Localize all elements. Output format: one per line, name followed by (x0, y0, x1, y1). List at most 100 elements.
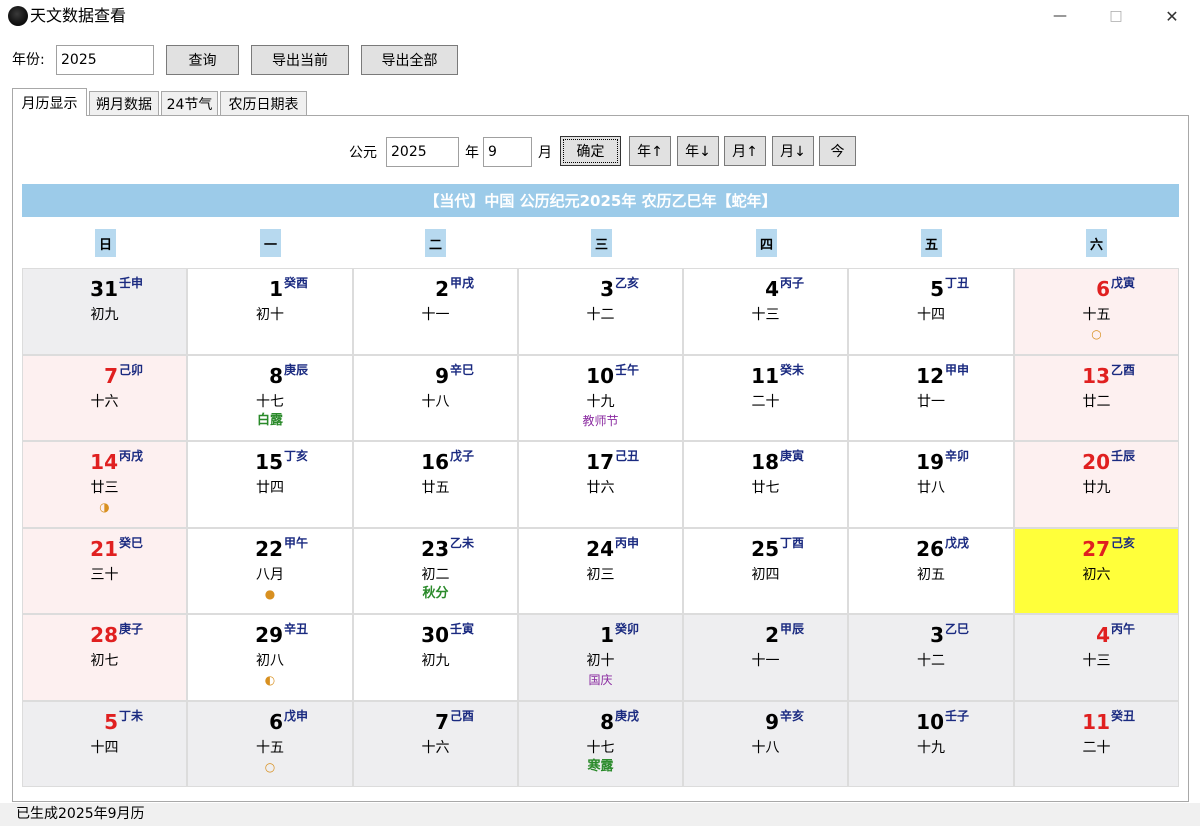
close-button[interactable]: ✕ (1144, 0, 1200, 32)
day-cell[interactable]: 20 壬辰 廿九 (1014, 441, 1179, 528)
lunar-date-label: 廿五 (421, 480, 450, 496)
day-cell[interactable]: 16 戊子 廿五 (353, 441, 518, 528)
day-cell[interactable]: 7 己卯 十六 (22, 355, 187, 441)
solar-day-number: 14 (90, 450, 118, 474)
ganzhi-label: 丁亥 (284, 449, 309, 463)
export-current-button[interactable]: 导出当前 (251, 45, 349, 75)
day-cell[interactable]: 14 丙戌 廿三 ◑ (22, 441, 187, 528)
day-cell[interactable]: 15 丁亥 廿四 (187, 441, 353, 528)
day-cell[interactable]: 17 己丑 廿六 (518, 441, 683, 528)
weekday-label: 二 (425, 229, 446, 257)
day-cell[interactable]: 2 甲戌 十一 (353, 268, 518, 355)
day-cell[interactable]: 19 辛卯 廿八 (848, 441, 1014, 528)
lunar-date-label: 十九 (917, 740, 945, 756)
day-cell[interactable]: 4 丙午 十三 (1014, 614, 1179, 701)
day-cell[interactable]: 6 戊申 十五 ○ (187, 701, 353, 787)
solar-day-number: 16 (421, 450, 449, 474)
ganzhi-label: 己亥 (1111, 536, 1136, 550)
solar-day-number: 13 (1082, 364, 1110, 388)
day-cell[interactable]: 3 乙巳 十二 (848, 614, 1014, 701)
day-cell[interactable]: 21 癸巳 三十 (22, 528, 187, 614)
day-cell[interactable]: 8 庚戌 十七 寒露 (518, 701, 683, 787)
ganzhi-label: 戊戌 (945, 536, 970, 550)
day-cell[interactable]: 18 庚寅 廿七 (683, 441, 848, 528)
weekday-label: 四 (756, 229, 777, 257)
day-cell[interactable]: 24 丙申 初三 (518, 528, 683, 614)
solar-day-number: 19 (916, 450, 944, 474)
tab-lunar-date-table[interactable]: 农历日期表 (220, 91, 307, 115)
day-cell[interactable]: 3 乙亥 十二 (518, 268, 683, 355)
lunar-date-label: 廿九 (1082, 480, 1111, 496)
ganzhi-label: 辛卯 (945, 449, 970, 463)
day-cell[interactable]: 1 癸酉 初十 (187, 268, 353, 355)
day-cell[interactable]: 13 乙酉 廿二 (1014, 355, 1179, 441)
lunar-date-label: 初七 (90, 653, 119, 669)
day-cell[interactable]: 12 甲申 廿一 (848, 355, 1014, 441)
day-cell[interactable]: 4 丙子 十三 (683, 268, 848, 355)
day-cell[interactable]: 2 甲辰 十一 (683, 614, 848, 701)
day-cell[interactable]: 26 戊戌 初五 (848, 528, 1014, 614)
solar-day-number: 7 (435, 710, 449, 734)
moon-phase-icon: ○ (1091, 327, 1102, 341)
tab-solar-terms[interactable]: 24节气 (161, 91, 218, 115)
lunar-date-label: 十九 (586, 394, 615, 410)
year-input[interactable] (56, 45, 154, 75)
tab-month-calendar[interactable]: 月历显示 (12, 88, 87, 116)
confirm-button[interactable]: 确定 (560, 136, 621, 166)
day-cell[interactable]: 11 癸丑 二十 (1014, 701, 1179, 787)
tab-new-moon-data[interactable]: 朔月数据 (89, 91, 159, 115)
day-cell[interactable]: 30 壬寅 初九 (353, 614, 518, 701)
nav-year-input[interactable] (386, 137, 459, 167)
solar-day-number: 21 (90, 537, 118, 561)
weekday-label: 一 (260, 229, 281, 257)
solar-day-number: 31 (90, 277, 118, 301)
day-cell[interactable]: 11 癸未 二十 (683, 355, 848, 441)
day-cell[interactable]: 10 壬子 十九 (848, 701, 1014, 787)
ganzhi-label: 辛亥 (780, 709, 805, 723)
day-cell[interactable]: 10 壬午 十九 教师节 (518, 355, 683, 441)
year-down-button[interactable]: 年↓ (677, 136, 719, 166)
day-cell[interactable]: 8 庚辰 十七 白露 (187, 355, 353, 441)
export-all-button[interactable]: 导出全部 (361, 45, 458, 75)
lunar-date-label: 十二 (917, 653, 945, 669)
year-up-button[interactable]: 年↑ (629, 136, 671, 166)
lunar-date-label: 廿七 (751, 480, 780, 496)
day-cell[interactable]: 6 戊寅 十五 ○ (1014, 268, 1179, 355)
lunar-date-label: 廿六 (586, 480, 615, 496)
status-bar: 已生成2025年9月历 (0, 803, 1200, 826)
day-cell[interactable]: 29 辛丑 初八 ◐ (187, 614, 353, 701)
day-cell[interactable]: 28 庚子 初七 (22, 614, 187, 701)
day-cell[interactable]: 25 丁酉 初四 (683, 528, 848, 614)
day-cell[interactable]: 22 甲午 八月 ● (187, 528, 353, 614)
day-cell[interactable]: 27 己亥 初六 (1014, 528, 1179, 614)
ganzhi-label: 辛巳 (450, 363, 475, 377)
ganzhi-label: 癸丑 (1111, 709, 1136, 723)
query-button[interactable]: 查询 (166, 45, 239, 75)
lunar-date-label: 廿三 (90, 480, 119, 496)
month-up-button[interactable]: 月↑ (724, 136, 766, 166)
maximize-button[interactable]: □ (1088, 0, 1144, 32)
day-cell[interactable]: 1 癸卯 初十 国庆 (518, 614, 683, 701)
day-cell[interactable]: 7 己酉 十六 (353, 701, 518, 787)
solar-day-number: 12 (916, 364, 944, 388)
solar-day-number: 20 (1082, 450, 1110, 474)
nav-month-input[interactable] (483, 137, 532, 167)
solar-day-number: 4 (1096, 623, 1110, 647)
day-cell[interactable]: 5 丁未 十四 (22, 701, 187, 787)
ganzhi-label: 己卯 (119, 363, 144, 377)
ganzhi-label: 庚子 (119, 622, 144, 636)
day-cell[interactable]: 5 丁丑 十四 (848, 268, 1014, 355)
lunar-date-label: 十一 (751, 653, 780, 669)
ce-label: 公元 (349, 145, 377, 161)
day-cell[interactable]: 9 辛亥 十八 (683, 701, 848, 787)
minimize-button[interactable]: — (1032, 0, 1088, 32)
day-cell[interactable]: 23 乙未 初二 秋分 (353, 528, 518, 614)
day-cell[interactable]: 9 辛巳 十八 (353, 355, 518, 441)
solar-day-number: 6 (1096, 277, 1110, 301)
ganzhi-label: 辛丑 (284, 622, 309, 636)
day-cell[interactable]: 31 壬申 初九 (22, 268, 187, 355)
today-button[interactable]: 今 (819, 136, 856, 166)
ganzhi-label: 戊申 (284, 709, 309, 723)
month-down-button[interactable]: 月↓ (772, 136, 814, 166)
solar-day-number: 6 (269, 710, 283, 734)
